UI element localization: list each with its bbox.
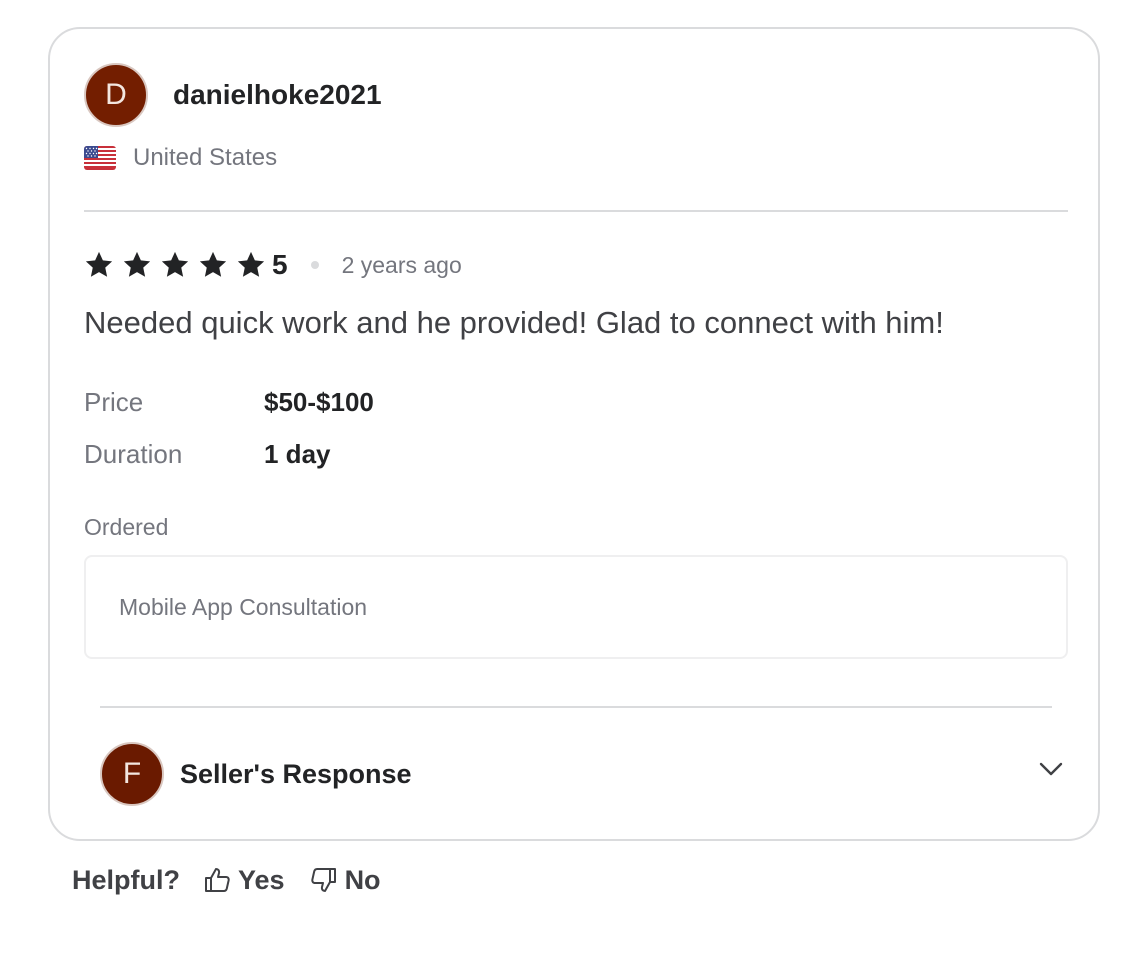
reviewer-header: D danielhoke2021	[84, 63, 382, 127]
us-flag-icon	[84, 146, 116, 170]
duration-value: 1 day	[264, 439, 331, 469]
price-label: Price	[84, 387, 144, 417]
helpful-yes-button[interactable]: Yes	[202, 865, 285, 896]
review-card: D danielhoke2021 United States 5 2 years…	[48, 27, 1100, 841]
helpful-no-label: No	[344, 864, 381, 895]
reviewer-username[interactable]: danielhoke2021	[173, 79, 382, 111]
ordered-item-box[interactable]: Mobile App Consultation	[84, 555, 1068, 659]
reviewer-country: United States	[84, 144, 277, 172]
seller-response-title: Seller's Response	[180, 758, 412, 789]
thumbs-down-icon	[310, 868, 336, 892]
separator-dot	[310, 261, 319, 269]
helpful-no-button[interactable]: No	[309, 865, 381, 896]
star-icon	[161, 251, 189, 277]
review-time: 2 years ago	[341, 251, 462, 278]
review-text: Needed quick work and he provided! Glad …	[84, 305, 944, 340]
star-icon	[199, 251, 227, 277]
helpful-label: Helpful?	[72, 864, 180, 895]
seller-avatar: F	[100, 742, 164, 806]
reviewer-avatar[interactable]: D	[84, 63, 148, 127]
rating-value: 5	[272, 249, 288, 280]
country-name: United States	[133, 144, 278, 171]
response-divider	[100, 706, 1052, 708]
seller-response-toggle[interactable]: F Seller's Response	[100, 742, 1063, 806]
star-icon	[85, 251, 113, 277]
price-value: $50-$100	[264, 387, 374, 417]
header-divider	[84, 210, 1068, 212]
rating-row: 5 2 years ago	[84, 245, 462, 285]
duration-label: Duration	[84, 439, 183, 469]
thumbs-up-icon	[205, 868, 230, 892]
helpful-row: Helpful? Yes No	[72, 861, 381, 899]
star-icon	[237, 251, 265, 277]
star-rating	[84, 250, 274, 280]
chevron-down-icon[interactable]	[1036, 754, 1066, 784]
ordered-item: Mobile App Consultation	[119, 593, 368, 620]
star-icon	[123, 251, 151, 277]
ordered-label: Ordered	[84, 514, 169, 540]
helpful-yes-label: Yes	[238, 864, 285, 895]
